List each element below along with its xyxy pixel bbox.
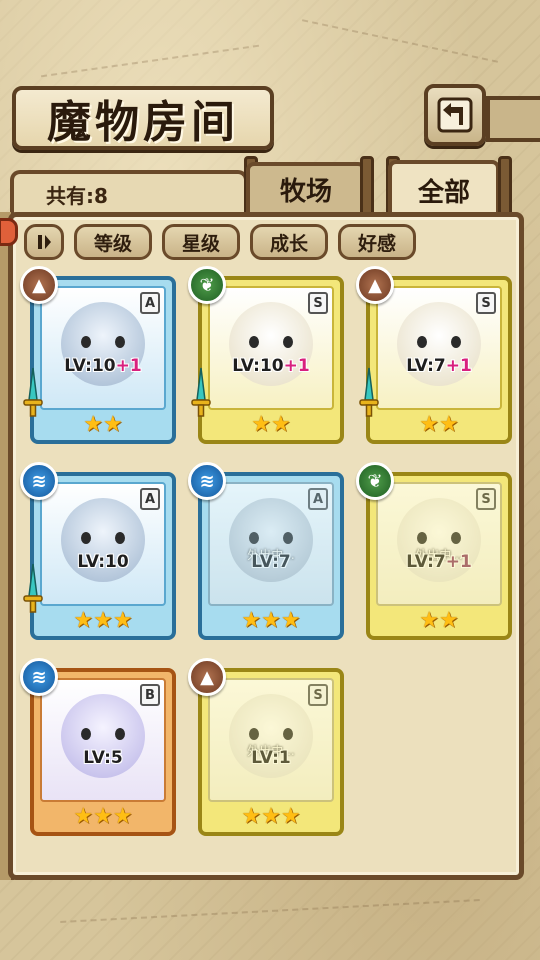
level-value: LV:10 (77, 552, 129, 572)
pause-sort-icon (38, 235, 51, 249)
monster-card[interactable]: A LV:10 ≋ ★★★ (20, 462, 176, 640)
level-bonus: +1 (283, 356, 310, 376)
tab-post (498, 156, 512, 216)
star-rating: ★★ (370, 410, 508, 440)
monster-portrait-frame: S LV:7+1 (376, 286, 502, 410)
star-rating: ★★ (34, 410, 172, 440)
monster-count-tab: 共有:8 (10, 170, 248, 214)
monster-portrait-frame: A LV:10+1 (40, 286, 166, 410)
monster-level: LV:1 (210, 748, 332, 768)
back-button-rail (486, 96, 540, 142)
sort-toggle-button[interactable] (24, 224, 64, 260)
sword-icon (23, 563, 43, 613)
monster-level: LV:5 (42, 748, 164, 768)
level-value: LV:7 (251, 552, 291, 572)
earth-icon: ▲ (20, 266, 58, 304)
star-rating: ★★★ (202, 802, 340, 832)
tab-farm[interactable]: 牧场 (246, 162, 366, 212)
monster-portrait-frame: A LV:10 (40, 482, 166, 606)
rank-badge: A (140, 292, 160, 314)
monster-level: LV:7 (210, 552, 332, 572)
level-bonus: +1 (115, 356, 142, 376)
rank-badge: S (476, 292, 496, 314)
tab-post (360, 156, 374, 216)
monster-portrait-frame: A 外出中... LV:7 (208, 482, 334, 606)
tab-all[interactable]: 全部 (388, 160, 500, 216)
level-value: LV:1 (251, 748, 291, 768)
side-arrow-icon[interactable] (0, 218, 18, 246)
filter-growth-button[interactable]: 成长 (250, 224, 328, 260)
monster-card[interactable]: S LV:10+1 ❦ ★★ (188, 266, 344, 444)
level-value: LV:7 (406, 552, 446, 572)
filter-level-button[interactable]: 等级 (74, 224, 152, 260)
water-icon: ≋ (20, 658, 58, 696)
sword-icon (23, 367, 43, 417)
earth-icon: ▲ (188, 658, 226, 696)
monster-card[interactable]: S 外出中... LV:7+1 ❦ ★★ (356, 462, 512, 640)
star-icons: ★★ (83, 412, 123, 437)
monster-card[interactable]: A 外出中... LV:7 ≋ ★★★ (188, 462, 344, 640)
level-bonus: +1 (445, 356, 472, 376)
wood-icon: ❦ (356, 462, 394, 500)
monster-level: LV:10 (42, 552, 164, 572)
star-icons: ★★★ (241, 608, 301, 633)
star-rating: ★★★ (34, 802, 172, 832)
star-rating: ★★ (202, 410, 340, 440)
monster-level: LV:10+1 (210, 356, 332, 376)
rank-badge: A (140, 488, 160, 510)
filter-affection-button[interactable]: 好感 (338, 224, 416, 260)
star-icons: ★★★ (241, 804, 301, 829)
back-arrow-icon (437, 97, 473, 133)
star-icons: ★★ (419, 608, 459, 633)
star-icons: ★★★ (73, 804, 133, 829)
back-button[interactable] (424, 84, 486, 146)
page-title: 魔物房间 (47, 97, 239, 148)
monster-count: 共有:8 (46, 183, 108, 208)
monster-portrait-frame: S 外出中... LV:1 (208, 678, 334, 802)
level-bonus: +1 (445, 552, 472, 572)
star-icons: ★★ (251, 412, 291, 437)
star-icons: ★★ (419, 412, 459, 437)
level-value: LV:10 (232, 356, 284, 376)
monster-level: LV:10+1 (42, 356, 164, 376)
monster-level: LV:7+1 (378, 356, 500, 376)
monster-level: LV:7+1 (378, 552, 500, 572)
rank-badge: S (476, 488, 496, 510)
monster-portrait-frame: B LV:5 (40, 678, 166, 802)
monster-card[interactable]: A LV:10+1 ▲ ★★ (20, 266, 176, 444)
star-rating: ★★ (370, 606, 508, 636)
star-icons: ★★★ (73, 608, 133, 633)
monster-portrait-frame: S LV:10+1 (208, 286, 334, 410)
sword-icon (359, 367, 379, 417)
water-icon: ≋ (20, 462, 58, 500)
star-rating: ★★★ (34, 606, 172, 636)
monster-portrait-frame: S 外出中... LV:7+1 (376, 482, 502, 606)
monster-card[interactable]: B LV:5 ≋ ★★★ (20, 658, 176, 836)
wood-icon: ❦ (188, 266, 226, 304)
level-value: LV:10 (64, 356, 116, 376)
title-plate: 魔物房间 (12, 86, 274, 150)
rank-badge: S (308, 292, 328, 314)
level-value: LV:5 (83, 748, 123, 768)
star-rating: ★★★ (202, 606, 340, 636)
rank-badge: S (308, 684, 328, 706)
monster-card[interactable]: S 外出中... LV:1 ▲ ★★★ (188, 658, 344, 836)
level-value: LV:7 (406, 356, 446, 376)
rank-badge: B (140, 684, 160, 706)
water-icon: ≋ (188, 462, 226, 500)
sword-icon (191, 367, 211, 417)
monster-card[interactable]: S LV:7+1 ▲ ★★ (356, 266, 512, 444)
filter-star-button[interactable]: 星级 (162, 224, 240, 260)
earth-icon: ▲ (356, 266, 394, 304)
rank-badge: A (308, 488, 328, 510)
